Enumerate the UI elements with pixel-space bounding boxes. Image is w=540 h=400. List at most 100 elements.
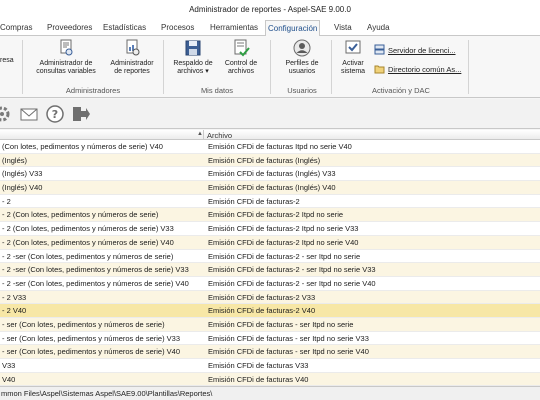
cell-archivo: Emisión CFDi de facturas-2 Itpd no serie…: [208, 237, 359, 247]
admin-consultas-button[interactable]: Administrador de consultas variables: [28, 39, 104, 76]
grid-body: (Con lotes, pedimentos y números de seri…: [0, 140, 540, 386]
report-document-icon: [123, 39, 141, 57]
table-row[interactable]: (Inglés) V33 Emisión CFDi de facturas (In…: [0, 167, 540, 182]
table-row[interactable]: - 2 (Con lotes, pedimentos y números de …: [0, 235, 540, 250]
svg-text:?: ?: [52, 108, 58, 121]
ribbon: resa Administrador de consultas variable…: [0, 36, 540, 98]
cell-archivo: Emisión CFDi de facturas-2 V40: [208, 306, 316, 316]
cell-name: - ser (Con lotes, pedimentos y números d…: [2, 319, 165, 329]
cell-archivo: Emisión CFDi de facturas-2 - ser Itpd no…: [208, 265, 376, 275]
control-archivos-button[interactable]: Control de archivos: [218, 39, 264, 76]
reports-grid[interactable]: ▲ Archivo (Con lotes, pedimentos y númer…: [0, 130, 540, 386]
cell-name: - 2 (Con lotes, pedimentos y números de …: [2, 237, 174, 247]
tab-compras[interactable]: Compras: [0, 20, 34, 36]
menu-bar: Compras Proveedores Estadísticas Proceso…: [0, 19, 540, 37]
cell-name: - 2 -ser (Con lotes, pedimentos y número…: [2, 265, 189, 275]
table-row[interactable]: (Inglés) V40 Emisión CFDi de facturas (In…: [0, 181, 540, 195]
cell-archivo: Emisión CFDi de facturas - ser Itpd no s…: [208, 319, 354, 329]
tab-ayuda[interactable]: Ayuda: [365, 20, 392, 36]
tab-herramientas[interactable]: Herramientas: [208, 20, 260, 36]
help-icon[interactable]: ?: [45, 105, 65, 123]
perfiles-usuarios-button[interactable]: Perfiles de usuarios: [278, 39, 326, 76]
respaldo-button[interactable]: Respaldo de archivos ▾: [170, 39, 216, 76]
window-title: Administrador de reportes - Aspel-SAE 9.…: [0, 0, 540, 19]
column-header-archivo[interactable]: Archivo: [207, 131, 232, 140]
table-row[interactable]: V33 Emisión CFDi de facturas V33: [0, 359, 540, 373]
cell-archivo: Emisión CFDi de facturas V40: [208, 374, 309, 384]
tab-procesos[interactable]: Procesos: [159, 20, 196, 36]
server-icon: [374, 44, 385, 55]
cell-name: - 2 V40: [2, 306, 27, 316]
tab-proveedores[interactable]: Proveedores: [45, 20, 94, 36]
ribbon-cut-label: resa: [0, 57, 14, 64]
cell-name: (Con lotes, pedimentos y números de seri…: [2, 142, 163, 151]
table-row[interactable]: - 2 V33 Emisión CFDi de facturas-2 V33: [0, 290, 540, 305]
checklist-document-icon: [232, 39, 250, 57]
cell-archivo: Emisión CFDi de facturas Itpd no serie V…: [208, 142, 352, 151]
cell-archivo: Emisión CFDi de facturas-2 V33: [208, 292, 316, 302]
admin-reportes-button[interactable]: Administrador de reportes: [106, 39, 158, 76]
cell-archivo: Emisión CFDi de facturas - ser Itpd no s…: [208, 347, 369, 357]
table-row[interactable]: - 2 -ser (Con lotes, pedimentos y número…: [0, 263, 540, 277]
column-header-name[interactable]: [0, 130, 204, 140]
cell-archivo: Emisión CFDi de facturas-2 - ser Itpd no…: [208, 251, 361, 261]
group-separator: [468, 40, 469, 94]
group-administradores: Administradores: [65, 86, 121, 95]
group-separator: [331, 40, 332, 94]
cell-archivo: Emisión CFDi de facturas V33: [208, 361, 309, 370]
mail-icon[interactable]: [19, 105, 39, 123]
table-row[interactable]: - ser (Con lotes, pedimentos y números d…: [0, 317, 540, 332]
servidor-licencias-button[interactable]: Servidor de licenci...: [374, 44, 456, 55]
activation-check-icon: [344, 39, 362, 57]
group-separator: [22, 40, 23, 94]
toolbar: ?: [0, 99, 540, 129]
cell-name: - 2: [2, 196, 11, 206]
group-activacion-dac: Activación y DAC: [372, 86, 430, 95]
cell-name: - 2 V33: [2, 292, 27, 302]
cell-name: V40: [2, 374, 16, 384]
admin-consultas-label: Administrador de consultas variables: [36, 60, 96, 75]
group-usuarios: Usuarios: [287, 86, 317, 95]
tab-configuracion[interactable]: Configuración: [265, 20, 321, 37]
exit-icon[interactable]: [70, 105, 90, 123]
gear-icon[interactable]: [0, 105, 12, 123]
servidor-licencias-label: Servidor de licenci...: [388, 46, 456, 55]
cell-name: (Inglés) V40: [2, 183, 43, 193]
status-path: mmon Files\Aspel\Sistemas Aspel\SAE9.00\…: [0, 386, 540, 400]
save-disk-icon: [184, 39, 202, 57]
cell-archivo: Emisión CFDi de facturas (Inglés): [208, 155, 321, 165]
directorio-comun-label: Directorio común As...: [388, 65, 462, 74]
table-row[interactable]: - 2 (Con lotes, pedimentos y números de …: [0, 222, 540, 236]
tab-vista[interactable]: Vista: [332, 20, 354, 36]
table-row[interactable]: V40 Emisión CFDi de facturas V40: [0, 372, 540, 386]
ribbon-cut-button[interactable]: resa: [0, 57, 14, 65]
folder-icon: [374, 63, 385, 74]
table-row[interactable]: - 2 Emisión CFDi de facturas-2: [0, 195, 540, 209]
table-row[interactable]: - ser (Con lotes, pedimentos y números d…: [0, 332, 540, 346]
cell-archivo: Emisión CFDi de facturas-2 Itpd no serie…: [208, 224, 359, 234]
table-row[interactable]: - ser (Con lotes, pedimentos y números d…: [0, 345, 540, 359]
cell-name: - 2 (Con lotes, pedimentos y números de …: [2, 224, 174, 234]
directorio-comun-button[interactable]: Directorio común As...: [374, 63, 461, 74]
cell-name: - ser (Con lotes, pedimentos y números d…: [2, 347, 180, 357]
cell-archivo: Emisión CFDi de facturas-2 - ser Itpd no…: [208, 278, 376, 288]
activar-sistema-label: Activar sistema: [340, 60, 366, 75]
table-row[interactable]: (Inglés) Emisión CFDi de facturas (Inglés…: [0, 153, 540, 168]
activar-sistema-button[interactable]: Activar sistema: [336, 39, 370, 76]
table-row[interactable]: (Con lotes, pedimentos y números de seri…: [0, 140, 540, 154]
cell-archivo: Emisión CFDi de facturas-2: [208, 196, 300, 206]
table-row[interactable]: - 2 -ser (Con lotes, pedimentos y número…: [0, 277, 540, 291]
tab-estadisticas[interactable]: Estadísticas: [101, 20, 148, 36]
cell-archivo: Emisión CFDi de facturas (Inglés) V33: [208, 169, 336, 179]
chevron-down-icon: ▾: [205, 68, 209, 75]
table-row[interactable]: - 2 -ser (Con lotes, pedimentos y número…: [0, 250, 540, 264]
cell-name: (Inglés) V33: [2, 169, 43, 179]
table-row[interactable]: - 2 V40 Emisión CFDi de facturas-2 V40: [0, 304, 540, 318]
cell-name: (Inglés): [2, 155, 28, 165]
table-row[interactable]: - 2 (Con lotes, pedimentos y números de …: [0, 208, 540, 223]
cell-archivo: Emisión CFDi de facturas - ser Itpd no s…: [208, 333, 369, 343]
cell-name: - 2 (Con lotes, pedimentos y números de …: [2, 210, 159, 220]
cell-name: - 2 -ser (Con lotes, pedimentos y número…: [2, 278, 189, 288]
perfiles-usuarios-label: Perfiles de usuarios: [285, 60, 319, 75]
group-mis-datos: Mis datos: [200, 86, 234, 95]
